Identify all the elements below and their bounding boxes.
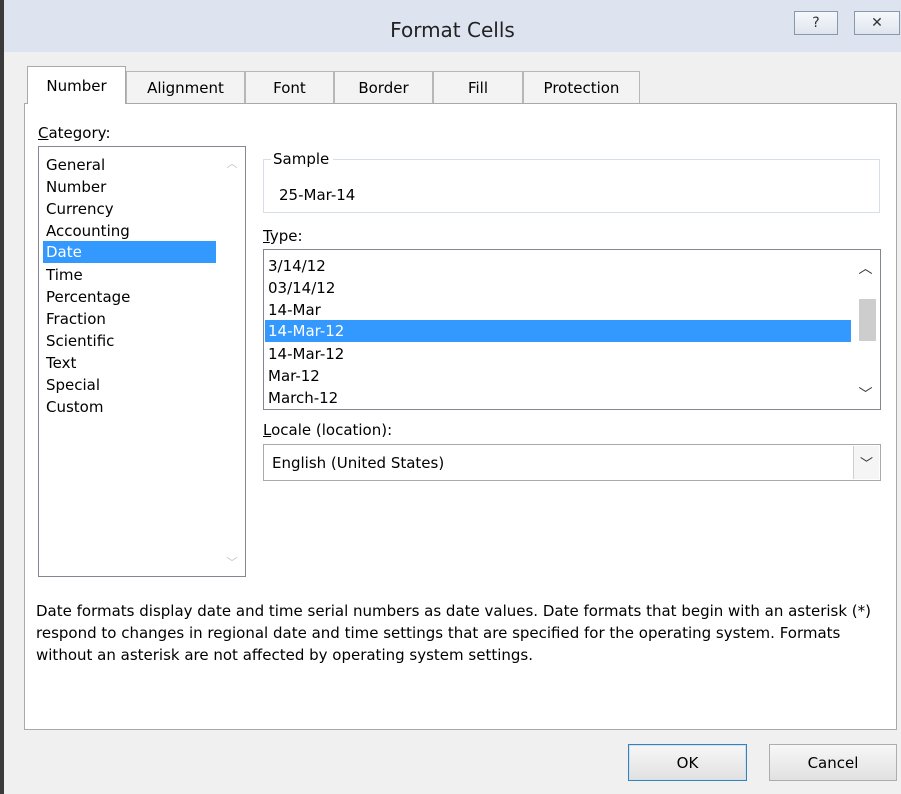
category-item-custom[interactable]: Custom: [43, 396, 216, 418]
tab-font[interactable]: Font: [245, 71, 334, 103]
chevron-down-icon[interactable]: ﹀: [853, 446, 879, 479]
locale-dropdown[interactable]: English (United States) ﹀: [263, 444, 881, 481]
type-label: Type:: [263, 227, 303, 245]
category-item-scientific[interactable]: Scientific: [43, 330, 216, 352]
chevron-up-icon[interactable]: ︿: [851, 258, 880, 278]
tab-label: Border: [358, 78, 409, 97]
category-item-percentage[interactable]: Percentage: [43, 286, 216, 308]
tab-protection[interactable]: Protection: [523, 71, 640, 103]
category-item-time[interactable]: Time: [43, 264, 216, 286]
type-scrollbar[interactable]: ︿ ﹀: [851, 250, 880, 409]
dialog-title: Format Cells: [390, 18, 515, 42]
type-listbox[interactable]: 3/14/12 03/14/12 14-Mar 14-Mar-12 14-Mar…: [263, 249, 881, 410]
type-item[interactable]: 3/14/12: [265, 255, 851, 277]
category-item-special[interactable]: Special: [43, 374, 216, 396]
sample-label: Sample: [271, 150, 334, 168]
locale-value: English (United States): [272, 454, 445, 472]
category-label: Category:: [38, 124, 111, 142]
chevron-down-icon[interactable]: ﹀: [223, 554, 241, 570]
type-item-selected[interactable]: 14-Mar-12: [265, 320, 851, 342]
category-item-number[interactable]: Number: [43, 176, 216, 198]
sample-value: 25-Mar-14: [279, 186, 356, 204]
close-button[interactable]: ✕: [854, 11, 900, 35]
tab-border[interactable]: Border: [334, 71, 433, 103]
category-item-general[interactable]: General: [43, 154, 216, 176]
tab-fill[interactable]: Fill: [433, 71, 523, 103]
format-description: Date formats display date and time seria…: [36, 602, 872, 664]
type-item[interactable]: March-12: [265, 387, 851, 409]
window-frame-edge: [0, 0, 4, 794]
type-item[interactable]: 14-Mar-12: [265, 343, 851, 365]
help-button[interactable]: ?: [794, 11, 838, 35]
tab-label: Alignment: [147, 78, 224, 97]
category-item-accounting[interactable]: Accounting: [43, 220, 216, 242]
category-item-text[interactable]: Text: [43, 352, 216, 374]
cancel-button[interactable]: Cancel: [769, 744, 897, 781]
tab-number[interactable]: Number: [27, 66, 126, 104]
ok-button-label: OK: [676, 753, 699, 772]
cancel-button-label: Cancel: [807, 753, 859, 772]
type-item[interactable]: 03/14/12: [265, 277, 851, 299]
type-item[interactable]: 14-Mar: [265, 299, 851, 321]
category-item-fraction[interactable]: Fraction: [43, 308, 216, 330]
category-item-date[interactable]: Date: [43, 241, 216, 263]
tab-label: Font: [273, 78, 306, 97]
chevron-up-icon[interactable]: ︿: [223, 155, 241, 171]
category-item-currency[interactable]: Currency: [43, 198, 216, 220]
question-mark-icon: ?: [812, 15, 820, 31]
title-bar[interactable]: Format Cells ? ✕: [4, 0, 901, 52]
tab-label: Number: [46, 76, 107, 95]
category-listbox[interactable]: General Number Currency Accounting Date …: [38, 146, 246, 577]
tab-label: Protection: [543, 78, 620, 97]
close-icon: ✕: [871, 15, 883, 31]
sample-group: [263, 159, 880, 213]
type-item[interactable]: Mar-12: [265, 365, 851, 387]
scrollbar-thumb[interactable]: [859, 299, 876, 341]
tab-alignment[interactable]: Alignment: [126, 71, 245, 103]
tab-label: Fill: [467, 78, 489, 97]
chevron-down-icon[interactable]: ﹀: [851, 384, 880, 404]
ok-button[interactable]: OK: [628, 744, 747, 781]
locale-label: Locale (location):: [263, 421, 393, 439]
